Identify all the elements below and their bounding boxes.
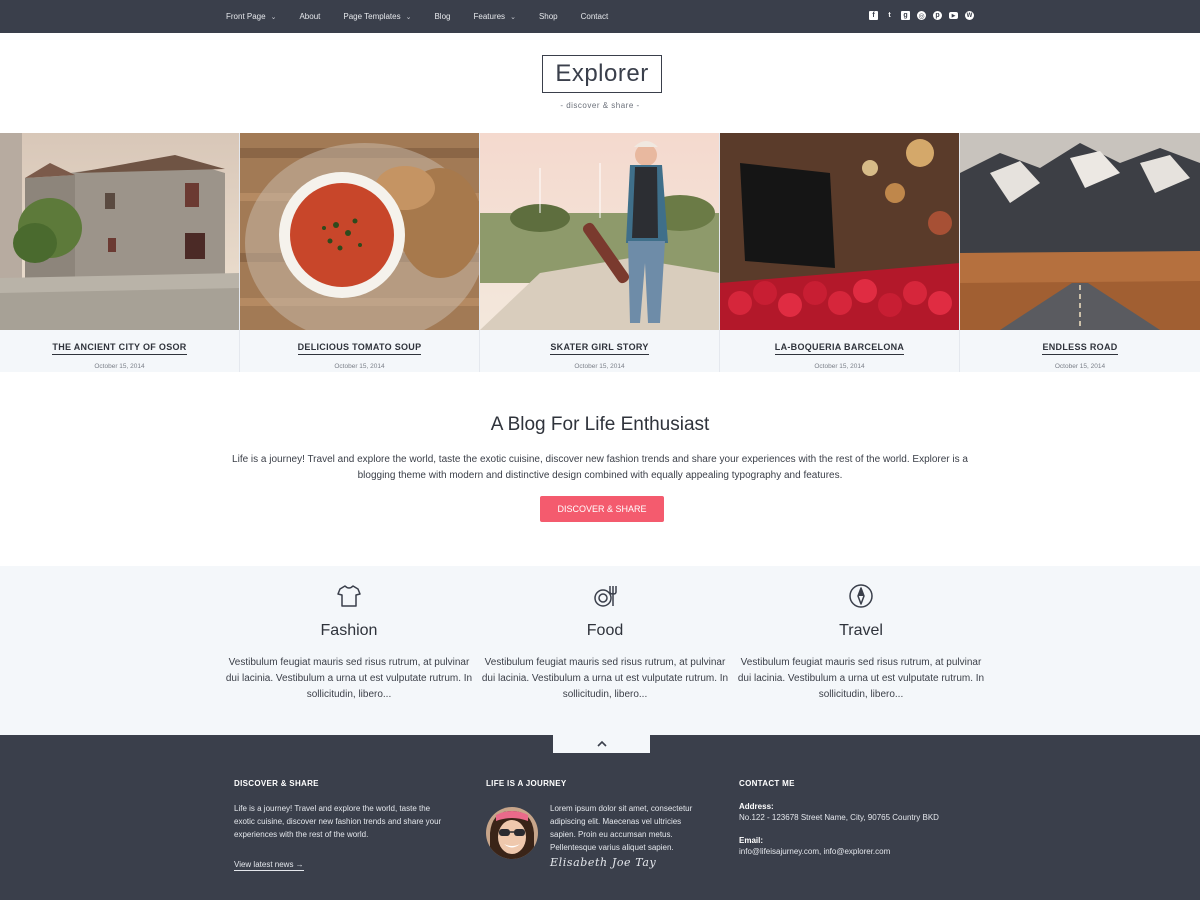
footer-column-contact: CONTACT ME Address: No.122 - 123678 Stre… [739,779,979,858]
google-plus-icon[interactable]: g [901,11,910,20]
feature-text: Vestibulum feugiat mauris sed risus rutr… [225,657,473,700]
chevron-down-icon: ⌄ [405,13,412,21]
nav-item-label: Shop [538,12,558,21]
wordpress-icon[interactable]: W [965,11,974,20]
address-value: No.122 - 123678 Street Name, City, 90765… [739,813,939,822]
author-avatar [486,807,538,859]
featured-post-title[interactable]: DELICIOUS TOMATO SOUP [297,342,422,355]
facebook-icon[interactable]: f [869,11,878,20]
nav-item-blog[interactable]: Blog [434,12,450,21]
nav-item-label: Front Page [226,12,266,21]
featured-post-caption: SKATER GIRL STORY October 15, 2014 [480,330,719,372]
featured-post-title[interactable]: THE ANCIENT CITY OF OSOR [52,342,187,355]
footer-column-discover: DISCOVER & SHARE Life is a journey! Trav… [234,779,474,872]
site-tagline: - discover & share - [560,101,640,110]
feature-title: Food [586,622,624,639]
featured-post-date: October 15, 2014 [814,363,865,370]
chevron-down-icon: ⌄ [270,13,277,21]
featured-post-title[interactable]: SKATER GIRL STORY [550,342,649,355]
site-footer: DISCOVER & SHARE Life is a journey! Trav… [0,735,1200,900]
dribbble-icon[interactable]: ◎ [917,11,926,20]
nav-item-label: Contact [580,12,609,21]
chevron-down-icon: ⌄ [510,13,516,21]
chevron-up-icon [596,740,607,747]
nav-item-front-page[interactable]: Front Page ⌄ [226,12,276,21]
address-label: Address: [739,802,774,811]
intro-heading: A Blog For Life Enthusiast [490,414,710,435]
feature-text: Vestibulum feugiat mauris sed risus rutr… [481,657,729,700]
footer-heading: LIFE IS A JOURNEY [486,779,567,788]
youtube-icon[interactable]: ▶ [949,12,958,19]
post-thumbnail-skater-girl[interactable] [480,133,719,330]
plate-fork-icon [594,586,617,607]
featured-post-caption: ENDLESS ROAD October 15, 2014 [960,330,1200,372]
footer-text-line: exotic cuisine, discover new fashion tre… [234,817,442,826]
footer-text: Lorem ipsum dolor sit amet, consectetur … [550,802,726,869]
featured-post-title[interactable]: ENDLESS ROAD [1042,342,1118,355]
nav-item-label: Blog [434,12,451,21]
feature-title: Travel [839,622,883,639]
featured-post-caption: THE ANCIENT CITY OF OSOR October 15, 201… [0,330,239,372]
author-signature: Elisabeth Joe Tay [550,856,657,869]
nav-item-page-templates[interactable]: Page Templates ⌄ [343,12,411,21]
site-logo-text: Explorer [555,60,649,87]
footer-heading: DISCOVER & SHARE [234,779,319,788]
featured-post-title[interactable]: LA-BOQUERIA BARCELONA [774,342,905,355]
footer-text-line: sapien. Proin eu accumsan metus. [550,830,673,839]
view-latest-news-link[interactable]: View latest news → [234,860,304,871]
nav-item-label: Page Templates [343,12,401,21]
feature-title: Fashion [320,622,378,639]
feature-fashion: Fashion Vestibulum feugiat mauris sed ri… [224,566,474,703]
back-to-top-button[interactable] [553,735,650,753]
social-links: f t g ◎ p ▶ W [869,11,981,20]
site-logo[interactable]: Explorer [542,55,662,93]
post-thumbnail-mountain-road[interactable] [960,133,1200,330]
featured-post-card[interactable]: THE ANCIENT CITY OF OSOR October 15, 201… [0,133,240,372]
featured-post-card[interactable]: SKATER GIRL STORY October 15, 2014 [480,133,720,372]
nav-item-about[interactable]: About [299,12,320,21]
post-thumbnail-stone-town[interactable] [0,133,239,330]
nav-item-label: About [299,12,321,21]
pinterest-icon[interactable]: p [933,11,942,20]
feature-travel: Travel Vestibulum feugiat mauris sed ris… [736,566,986,703]
discover-share-button[interactable]: DISCOVER & SHARE [540,496,664,522]
featured-post-card[interactable]: DELICIOUS TOMATO SOUP October 15, 2014 [240,133,480,372]
footer-text-line: Lorem ipsum dolor sit amet, consectetur [550,804,693,813]
compass-icon [849,584,873,608]
nav-item-shop[interactable]: Shop [539,12,558,21]
email-label: Email: [739,836,764,845]
footer-text-line: Pellentesque varius aliquet sapien. [550,843,674,852]
feature-text: Vestibulum feugiat mauris sed risus rutr… [737,657,985,700]
featured-post-date: October 15, 2014 [94,363,145,370]
top-navigation-bar: Front Page ⌄ About Page Templates ⌄ Blog… [0,0,1200,33]
nav-item-features[interactable]: Features ⌄ [473,12,515,21]
twitter-icon[interactable]: t [885,11,894,20]
intro-paragraph: Life is a journey! Travel and explore th… [232,454,968,481]
featured-post-card[interactable]: ENDLESS ROAD October 15, 2014 [960,133,1200,372]
featured-posts: THE ANCIENT CITY OF OSOR October 15, 201… [0,133,1200,372]
footer-text-line: Life is a journey! Travel and explore th… [234,804,431,813]
email-value[interactable]: info@lifeisajurney.com, info@explorer.co… [739,845,979,858]
featured-post-date: October 15, 2014 [334,363,385,370]
footer-heading: CONTACT ME [739,779,795,788]
feature-food: Food Vestibulum feugiat mauris sed risus… [480,566,730,703]
featured-post-card[interactable]: LA-BOQUERIA BARCELONA October 15, 2014 [720,133,960,372]
featured-post-date: October 15, 2014 [574,363,625,370]
features-section: Fashion Vestibulum feugiat mauris sed ri… [0,566,1200,735]
nav-item-contact[interactable]: Contact [581,12,609,21]
featured-post-date: October 15, 2014 [1054,363,1106,370]
featured-post-caption: LA-BOQUERIA BARCELONA October 15, 2014 [720,330,959,372]
featured-post-caption: DELICIOUS TOMATO SOUP October 15, 2014 [240,330,479,372]
footer-text-line: experiences with the rest of the world. [234,830,369,839]
tshirt-icon [337,585,361,607]
post-thumbnail-tomato-soup[interactable] [240,133,479,330]
footer-text: Life is a journey! Travel and explore th… [234,802,474,841]
footer-text-line: adipiscing elit. Maecenas vel ultricies [550,817,682,826]
main-menu: Front Page ⌄ About Page Templates ⌄ Blog… [226,0,631,33]
post-thumbnail-market-strawberries[interactable] [720,133,959,330]
nav-item-label: Features [473,12,506,21]
